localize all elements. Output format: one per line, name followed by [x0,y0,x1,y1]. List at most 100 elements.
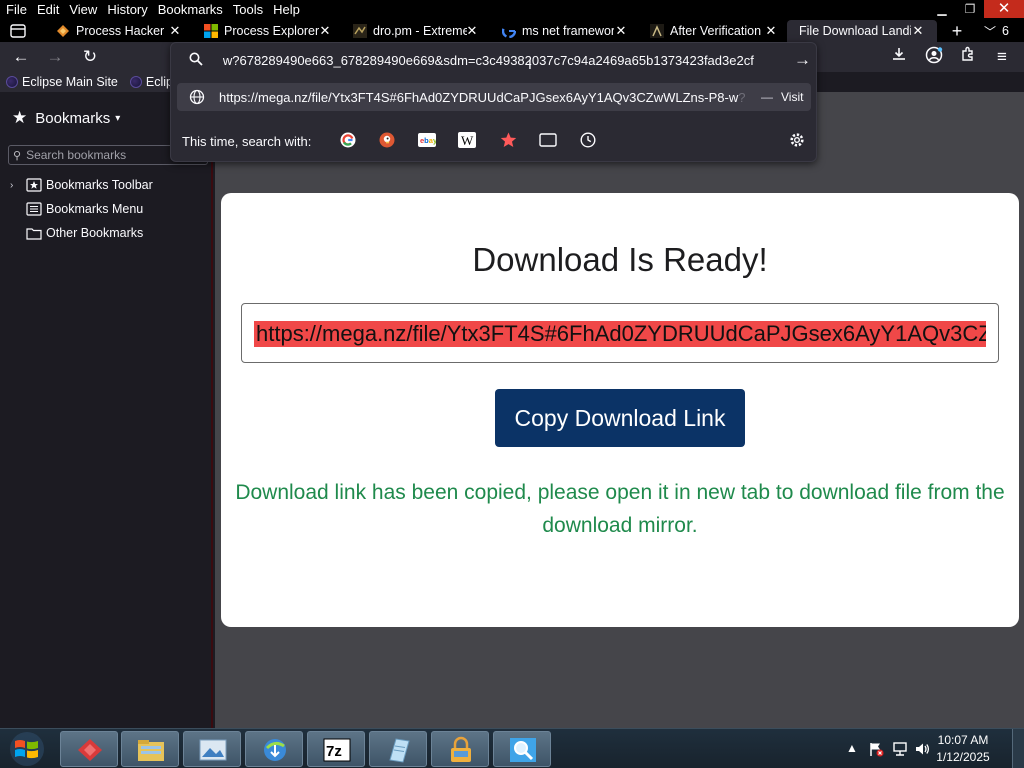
bookmarks-sidebar: ★ Bookmarks ▾ ⚲ Search bookmarks › Bookm… [0,92,213,728]
account-icon[interactable] [923,46,945,68]
action-center-flag-icon[interactable] [868,741,884,757]
copied-message: Download link has been copied, please op… [235,481,1005,537]
tree-item-label: Bookmarks Toolbar [46,178,153,192]
copy-download-link-button[interactable]: Copy Download Link [495,389,745,447]
sidebar-title: Bookmarks [35,109,111,127]
minimize-icon[interactable]: ▁ [928,0,956,18]
tabs-icon[interactable] [539,131,557,149]
google-icon [502,24,516,38]
globe-icon [189,89,205,105]
menu-view[interactable]: View [64,0,102,20]
search-with-label: This time, search with: [182,134,312,149]
network-icon[interactable] [892,741,908,757]
sidebar-switcher[interactable]: ★ Bookmarks ▾ [12,108,120,128]
restore-icon[interactable]: ❐ [956,0,984,18]
taskbar-app-file-manager[interactable] [121,731,179,767]
tab-close-icon[interactable]: ✕ [614,23,628,39]
download-link-text[interactable]: https://mega.nz/file/Ytx3FT4S#6FhAd0ZYDR… [254,321,986,347]
firefox-view-button[interactable] [4,20,32,42]
tab-close-icon[interactable]: ✕ [465,23,479,39]
menu-help[interactable]: Help [268,0,305,20]
tab-after-verification[interactable]: After Verification ✕ [650,20,780,42]
menu-tools[interactable]: Tools [228,0,268,20]
taskbar-app-7zip[interactable]: 7z [307,731,365,767]
7zip-icon: 7z [323,738,351,762]
tab-process-explorer[interactable]: Process Explorer - ✕ [204,20,334,42]
download-link-field[interactable]: https://mega.nz/file/Ytx3FT4S#6FhAd0ZYDR… [241,303,999,363]
image-viewer-icon [199,739,227,761]
chevron-down-icon: ﹀ [984,24,997,39]
url-suggestion-row[interactable]: https://mega.nz/file/Ytx3FT4S#6FhAd0ZYDR… [177,83,811,111]
new-tab-icon[interactable]: + [948,20,966,42]
tab-dropm[interactable]: dro.pm - Extreme ✕ [353,20,481,42]
menu-history[interactable]: History [102,0,152,20]
show-desktop-button[interactable] [1012,729,1024,768]
search-placeholder: Search bookmarks [26,148,127,162]
tab-process-hacker[interactable]: Process Hacker d ✕ [56,20,184,42]
taskbar-app-notepad[interactable] [369,731,427,767]
clock-date[interactable]: 1/12/2025 [928,750,998,764]
tab-ms-net-framework[interactable]: ms net framewor ✕ [502,20,630,42]
list-all-tabs-button[interactable]: ﹀ 6 [984,20,1020,42]
tree-item-other-bookmarks[interactable]: Other Bookmarks [0,222,213,244]
window-controls: ▁ ❐ ✕ [928,0,1024,20]
menu-edit[interactable]: Edit [32,0,64,20]
bookmark-eclipse-main-site[interactable]: Eclipse Main Site [6,75,118,89]
url-text[interactable]: w?678289490e663_678289490e669&sdm=c3c493… [223,53,790,68]
taskbar-app-download-manager[interactable] [245,731,303,767]
history-icon[interactable] [579,131,597,149]
flag-app-icon [78,739,102,761]
tab-close-icon[interactable]: ✕ [168,23,182,39]
taskbar-app-image-viewer[interactable] [183,731,241,767]
tree-item-bookmarks-toolbar[interactable]: › Bookmarks Toolbar [0,174,213,196]
microsoft-icon [204,24,218,38]
suggestion-url-fade: ? [738,89,746,105]
tab-close-icon[interactable]: ✕ [911,23,925,39]
lock-app-icon [451,736,471,762]
tab-file-download-landing[interactable]: File Download Landir ✕ [787,20,937,42]
page-title: Download Is Ready! [472,241,768,278]
bookmarks-menu-icon [26,202,42,216]
taskbar-app-lock[interactable] [431,731,489,767]
go-arrow-icon[interactable]: → [794,50,811,70]
hamburger-menu-icon[interactable]: ≡ [991,46,1013,68]
extensions-icon[interactable] [957,46,979,68]
bookmarks-star-icon[interactable] [499,131,517,149]
gear-icon[interactable] [788,131,806,149]
generic-site-icon [650,24,664,38]
ebay-icon[interactable]: ebay [418,131,436,149]
taskbar-app-magnifier[interactable] [493,731,551,767]
url-input[interactable]: w?678289490e663_678289490e669&sdm=c3c493… [177,45,811,75]
wikipedia-icon[interactable]: W [458,131,476,149]
close-icon[interactable]: ✕ [984,0,1024,18]
tab-close-icon[interactable]: ✕ [318,23,332,39]
downloads-icon[interactable] [888,46,910,68]
tree-item-bookmarks-menu[interactable]: Bookmarks Menu [0,198,213,220]
tab-title: After Verification [670,24,762,38]
tab-title: File Download Landir [799,24,911,38]
back-arrow-icon[interactable]: ← [10,46,32,68]
notepad-icon [389,738,410,763]
menu-file[interactable]: File [0,0,32,20]
taskbar: 7z ▲ 10:07 AM 1/12/2025 [0,728,1024,768]
google-icon[interactable] [339,131,357,149]
menu-bar: File Edit View History Bookmarks Tools H… [0,0,1024,20]
tab-close-icon[interactable]: ✕ [764,23,778,39]
clock-time[interactable]: 10:07 AM [928,733,998,747]
duckduckgo-icon[interactable] [378,131,396,149]
tab-title: Process Hacker d [76,24,168,38]
dropm-icon [353,24,367,38]
bookmarks-toolbar-icon [26,178,42,192]
tab-title: Process Explorer - [224,24,320,38]
reload-icon[interactable]: ↻ [79,46,101,68]
tray-overflow-chevron-icon[interactable]: ▲ [844,741,860,757]
menu-bookmarks[interactable]: Bookmarks [153,0,228,20]
page-content: Download Is Ready! https://mega.nz/file/… [215,92,1024,728]
taskbar-app-flag[interactable] [60,731,118,767]
chevron-right-icon[interactable]: › [10,180,24,191]
forward-arrow-icon[interactable]: → [44,46,66,68]
folder-icon [26,228,42,240]
svg-text:ebay: ebay [420,136,436,145]
start-button[interactable] [4,731,52,767]
url-bar-dropdown: w?678289490e663_678289490e669&sdm=c3c493… [170,42,817,162]
